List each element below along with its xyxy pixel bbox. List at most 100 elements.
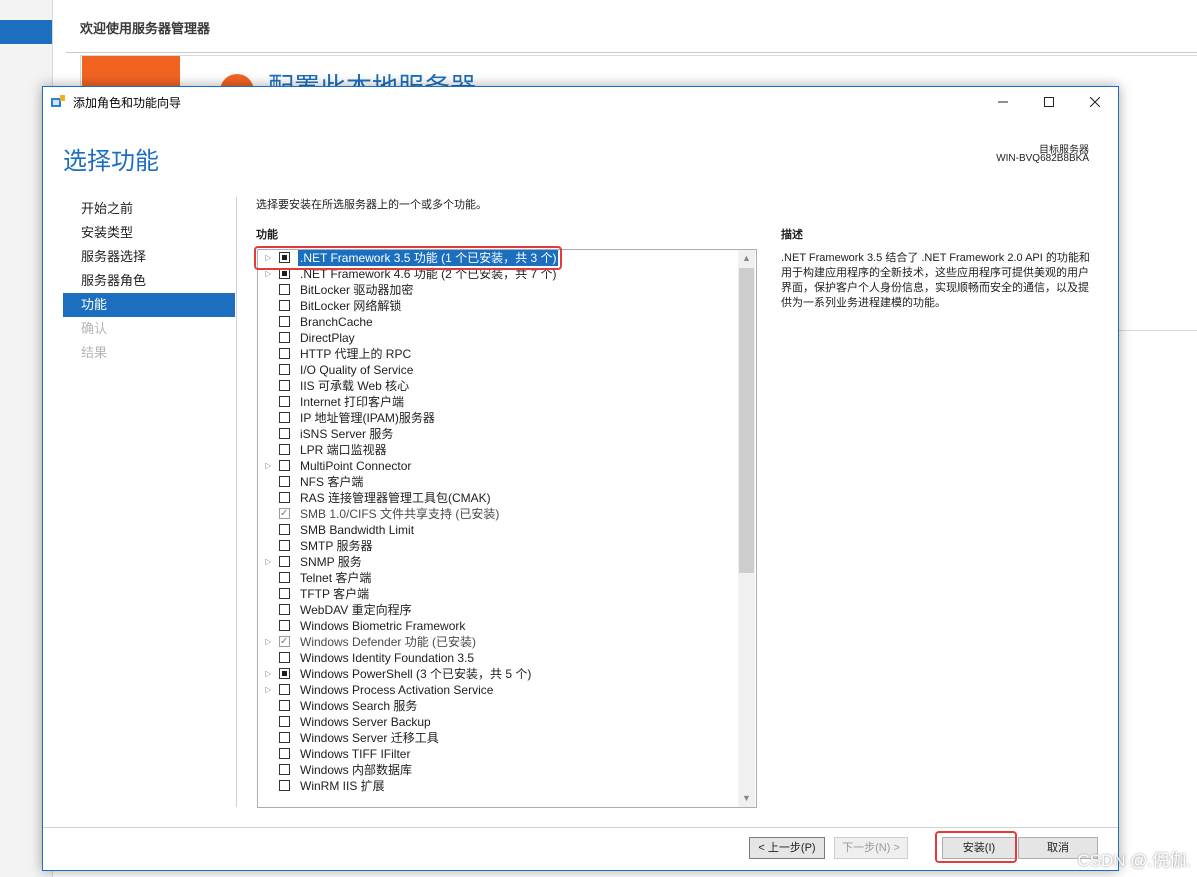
feature-checkbox[interactable] — [279, 556, 290, 567]
feature-label: Windows TIFF IFilter — [300, 747, 411, 761]
feature-label: BitLocker 网络解锁 — [300, 299, 402, 313]
minimize-button[interactable] — [980, 87, 1026, 116]
feature-row[interactable]: Windows Identity Foundation 3.5 — [258, 650, 737, 666]
nav-step-results: 结果 — [81, 345, 108, 360]
feature-row[interactable]: WebDAV 重定向程序 — [258, 602, 737, 618]
feature-checkbox[interactable] — [279, 604, 290, 615]
feature-checkbox[interactable] — [279, 652, 290, 663]
expand-arrow-icon[interactable]: ▷ — [265, 682, 273, 698]
features-rows: ▷ .NET Framework 3.5 功能 (1 个已安装，共 3 个) ▷ .N… — [258, 250, 737, 794]
feature-checkbox[interactable] — [279, 332, 290, 343]
feature-label: HTTP 代理上的 RPC — [300, 347, 412, 361]
scroll-down-icon[interactable]: ▼ — [738, 790, 755, 807]
quick-start-tile[interactable] — [82, 56, 180, 90]
features-tree[interactable]: ▷ .NET Framework 3.5 功能 (1 个已安装，共 3 个) ▷ .N… — [257, 249, 757, 808]
feature-checkbox[interactable] — [279, 380, 290, 391]
configure-server-heading[interactable]: 配置此本地服务器 — [268, 74, 476, 86]
feature-row[interactable]: ▷ SNMP 服务 — [258, 554, 737, 570]
feature-checkbox[interactable] — [279, 412, 290, 423]
feature-row[interactable]: HTTP 代理上的 RPC — [258, 346, 737, 362]
feature-checkbox[interactable] — [279, 716, 290, 727]
footer-divider — [43, 827, 1118, 828]
nav-step-installation-type[interactable]: 安装类型 — [63, 221, 235, 245]
feature-row[interactable]: LPR 端口监视器 — [258, 442, 737, 458]
feature-row[interactable]: Telnet 客户端 — [258, 570, 737, 586]
feature-row[interactable]: ▷ Windows Process Activation Service — [258, 682, 737, 698]
nav-step-before-you-begin[interactable]: 开始之前 — [63, 197, 235, 221]
feature-checkbox[interactable] — [279, 620, 290, 631]
expand-arrow-icon[interactable]: ▷ — [265, 666, 273, 682]
feature-checkbox[interactable] — [279, 476, 290, 487]
feature-row[interactable]: ▷ Windows Defender 功能 (已安装) — [258, 634, 737, 650]
feature-row[interactable]: IP 地址管理(IPAM)服务器 — [258, 410, 737, 426]
feature-checkbox[interactable] — [279, 524, 290, 535]
feature-checkbox[interactable] — [279, 444, 290, 455]
feature-row[interactable]: BranchCache — [258, 314, 737, 330]
feature-checkbox[interactable] — [279, 428, 290, 439]
feature-row[interactable]: IIS 可承载 Web 核心 — [258, 378, 737, 394]
feature-checkbox[interactable] — [279, 588, 290, 599]
feature-row[interactable]: ▷ Windows PowerShell (3 个已安装，共 5 个) — [258, 666, 737, 682]
feature-row[interactable]: Windows Server 迁移工具 — [258, 730, 737, 746]
feature-checkbox[interactable] — [279, 460, 290, 471]
feature-checkbox[interactable] — [279, 732, 290, 743]
minimize-icon — [998, 101, 1008, 102]
feature-row[interactable]: ▷ MultiPoint Connector — [258, 458, 737, 474]
feature-label: LPR 端口监视器 — [300, 443, 387, 457]
features-scrollbar[interactable]: ▲ ▼ — [738, 250, 755, 807]
feature-row[interactable]: SMB 1.0/CIFS 文件共享支持 (已安装) — [258, 506, 737, 522]
expand-arrow-icon[interactable]: ▷ — [265, 458, 273, 474]
feature-checkbox[interactable] — [279, 748, 290, 759]
feature-checkbox[interactable] — [279, 764, 290, 775]
feature-row[interactable]: Windows Server Backup — [258, 714, 737, 730]
feature-row[interactable]: Windows TIFF IFilter — [258, 746, 737, 762]
close-button[interactable] — [1072, 87, 1118, 116]
feature-label: Windows Identity Foundation 3.5 — [300, 651, 475, 665]
scroll-thumb[interactable] — [739, 268, 754, 573]
feature-row[interactable]: NFS 客户端 — [258, 474, 737, 490]
sidebar-selected-item[interactable] — [0, 20, 52, 44]
wizard-app-icon — [51, 95, 65, 107]
nav-step-server-roles[interactable]: 服务器角色 — [63, 269, 235, 293]
nav-step-server-selection[interactable]: 服务器选择 — [63, 245, 235, 269]
feature-checkbox[interactable] — [279, 780, 290, 791]
feature-row[interactable]: RAS 连接管理器管理工具包(CMAK) — [258, 490, 737, 506]
feature-label: TFTP 客户端 — [300, 587, 370, 601]
nav-step-features[interactable]: 功能 — [63, 293, 235, 317]
feature-checkbox[interactable] — [279, 700, 290, 711]
feature-checkbox[interactable] — [279, 492, 290, 503]
feature-row[interactable]: BitLocker 驱动器加密 — [258, 282, 737, 298]
feature-row[interactable]: Windows Biometric Framework — [258, 618, 737, 634]
expand-arrow-icon[interactable]: ▷ — [265, 634, 273, 650]
feature-checkbox[interactable] — [279, 316, 290, 327]
feature-checkbox[interactable] — [279, 572, 290, 583]
feature-row[interactable]: Internet 打印客户端 — [258, 394, 737, 410]
feature-row[interactable]: WinRM IIS 扩展 — [258, 778, 737, 794]
feature-checkbox[interactable] — [279, 348, 290, 359]
feature-checkbox[interactable] — [279, 668, 290, 679]
title-bar[interactable]: 添加角色和功能向导 — [43, 87, 1118, 116]
feature-label: Windows 内部数据库 — [300, 763, 413, 777]
feature-row[interactable]: iSNS Server 服务 — [258, 426, 737, 442]
maximize-button[interactable] — [1026, 87, 1072, 116]
feature-checkbox[interactable] — [279, 684, 290, 695]
description-heading: 描述 — [781, 229, 803, 241]
feature-row[interactable]: DirectPlay — [258, 330, 737, 346]
previous-button[interactable]: < 上一步(P) — [749, 837, 825, 859]
feature-checkbox[interactable] — [279, 396, 290, 407]
feature-row[interactable]: TFTP 客户端 — [258, 586, 737, 602]
feature-checkbox[interactable] — [279, 540, 290, 551]
feature-row[interactable]: BitLocker 网络解锁 — [258, 298, 737, 314]
feature-checkbox[interactable] — [279, 364, 290, 375]
expand-arrow-icon[interactable]: ▷ — [265, 554, 273, 570]
feature-label: BitLocker 驱动器加密 — [300, 283, 414, 297]
feature-row[interactable]: Windows Search 服务 — [258, 698, 737, 714]
feature-row[interactable]: SMB Bandwidth Limit — [258, 522, 737, 538]
feature-row[interactable]: I/O Quality of Service — [258, 362, 737, 378]
feature-label: Telnet 客户端 — [300, 571, 372, 585]
feature-row[interactable]: SMTP 服务器 — [258, 538, 737, 554]
feature-checkbox[interactable] — [279, 284, 290, 295]
feature-row[interactable]: Windows 内部数据库 — [258, 762, 737, 778]
scroll-up-icon[interactable]: ▲ — [738, 250, 755, 267]
feature-checkbox[interactable] — [279, 300, 290, 311]
